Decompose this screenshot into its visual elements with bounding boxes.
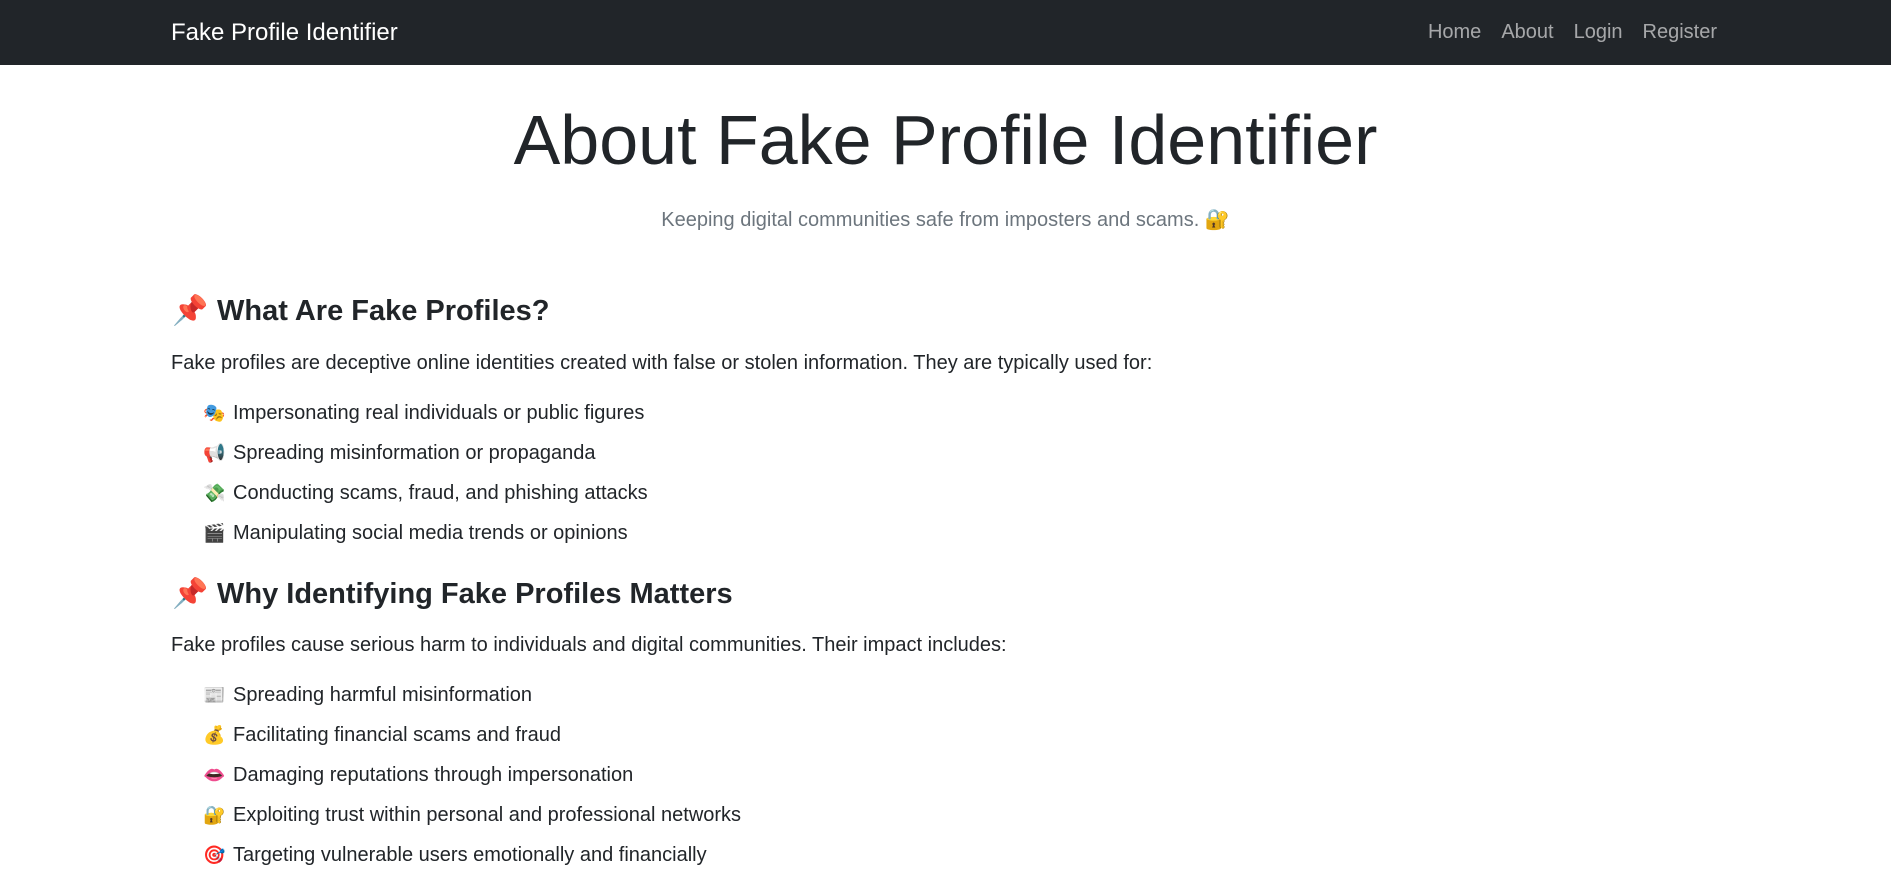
- list-item: 📰 Spreading harmful misinformation: [203, 675, 741, 715]
- list-item-text: Facilitating financial scams and fraud: [233, 723, 561, 746]
- target-icon: 🎯: [203, 844, 226, 865]
- list-item: 🔐 Exploiting trust within personal and pr…: [203, 795, 741, 835]
- section-heading-why-identifying-matters: 📌 Why Identifying Fake Profiles Matters: [171, 576, 733, 612]
- top-navbar: Fake Profile Identifier Home About Login…: [0, 0, 1891, 65]
- nav-link-home[interactable]: Home: [1428, 20, 1481, 44]
- pushpin-icon: 📌: [171, 578, 209, 610]
- list-item-text: Spreading harmful misinformation: [233, 683, 533, 706]
- nav-link-login[interactable]: Login: [1574, 20, 1623, 44]
- list-item: 👄 Damaging reputations through impersonat…: [203, 755, 741, 795]
- list-item: 💰 Facilitating financial scams and fraud: [203, 715, 741, 755]
- clapper-board-icon: 🎬: [203, 522, 226, 543]
- list-item-text: Exploiting trust within personal and pro…: [233, 803, 742, 826]
- brand-link[interactable]: Fake Profile Identifier: [171, 19, 398, 47]
- megaphone-icon: 📢: [203, 442, 226, 463]
- money-bag-icon: 💰: [203, 724, 226, 745]
- mouth-icon: 👄: [203, 764, 226, 785]
- page-lead: Keeping digital communities safe from im…: [0, 207, 1891, 233]
- list-item: 🎬 Manipulating social media trends or opi…: [203, 513, 648, 553]
- list-item-text: Impersonating real individuals or public…: [233, 401, 645, 424]
- nav-link-register[interactable]: Register: [1643, 20, 1717, 44]
- section-heading-what-are-fake-profiles: 📌 What Are Fake Profiles?: [171, 293, 550, 329]
- section-intro: Fake profiles are deceptive online ident…: [171, 352, 1153, 374]
- list-item: 📢 Spreading misinformation or propaganda: [203, 433, 648, 473]
- list-item-text: Targeting vulnerable users emotionally a…: [233, 843, 707, 866]
- pushpin-icon: 📌: [171, 295, 209, 327]
- nav-links: Home About Login Register: [1428, 20, 1717, 44]
- list-item-text: Conducting scams, fraud, and phishing at…: [233, 481, 648, 504]
- fake-profile-uses-list: 🎭 Impersonating real individuals or publi…: [203, 393, 648, 553]
- list-item: 🎭 Impersonating real individuals or publi…: [203, 393, 648, 433]
- page-title: About Fake Profile Identifier: [513, 101, 1378, 179]
- list-item: 💸 Conducting scams, fraud, and phishing a…: [203, 473, 648, 513]
- nav-link-about[interactable]: About: [1501, 20, 1553, 44]
- theater-masks-icon: 🎭: [203, 402, 226, 423]
- lock-with-key-icon: 🔐: [1204, 209, 1230, 231]
- section-title-text: Why Identifying Fake Profiles Matters: [217, 578, 733, 610]
- lock-with-key-icon: 🔐: [203, 804, 226, 825]
- fake-profile-impact-list: 📰 Spreading harmful misinformation 💰 Facil…: [203, 675, 741, 875]
- section-title-text: What Are Fake Profiles?: [217, 295, 550, 327]
- money-with-wings-icon: 💸: [203, 482, 226, 503]
- list-item-text: Manipulating social media trends or opin…: [233, 521, 628, 544]
- list-item-text: Spreading misinformation or propaganda: [233, 441, 596, 464]
- section-intro: Fake profiles cause serious harm to indi…: [171, 634, 1007, 656]
- list-item: 🎯 Targeting vulnerable users emotionally …: [203, 835, 741, 875]
- list-item-text: Damaging reputations through impersonati…: [233, 763, 634, 786]
- lead-text: Keeping digital communities safe from im…: [661, 209, 1200, 231]
- newspaper-icon: 📰: [203, 684, 226, 705]
